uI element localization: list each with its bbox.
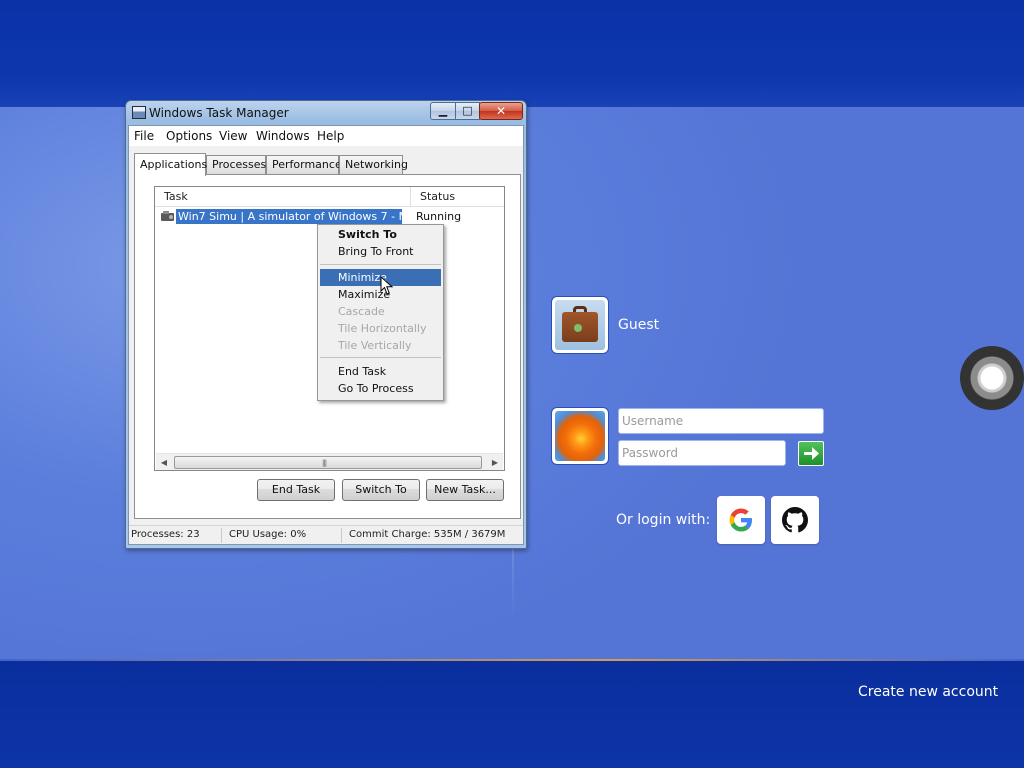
menu-help[interactable]: Help [317,129,344,143]
scroll-left-icon[interactable]: ◀ [156,454,172,471]
github-login-button[interactable] [771,496,819,544]
google-icon [729,508,752,532]
tab-networking[interactable]: Networking [339,155,408,175]
tab-performance[interactable]: Performance [266,155,342,175]
status-separator [341,528,342,543]
menu-bar: File Options View Windows Help [129,126,523,146]
switch-to-button[interactable]: Switch To [342,479,420,501]
create-account-link[interactable]: Create new account [858,684,998,700]
window-title: Windows Task Manager [149,106,289,120]
login-with-label: Or login with: [616,512,711,528]
menu-view[interactable]: View [219,129,247,143]
scroll-right-icon[interactable]: ▶ [487,454,503,471]
menu-windows[interactable]: Windows [256,129,310,143]
row-task-name: Win7 Simu | A simulator of Windows 7 - M… [176,209,402,224]
task-manager-icon [132,106,146,119]
top-band [0,0,1024,110]
end-task-button[interactable]: End Task [257,479,335,501]
menu-item-bring-to-front[interactable]: Bring To Front [320,243,441,260]
tab-processes[interactable]: Processes [206,155,266,175]
list-header: Task Status [155,187,504,207]
menu-file[interactable]: File [134,129,154,143]
new-task-button[interactable]: New Task... [426,479,504,501]
guest-avatar[interactable] [552,297,608,353]
horizontal-scrollbar[interactable]: ◀ ||| ▶ [156,453,503,470]
task-manager-titlebar[interactable]: Windows Task Manager ▁ □ ✕ [126,101,526,125]
column-status[interactable]: Status [411,187,504,207]
flower-picture [555,411,605,461]
menu-item-end-task[interactable]: End Task [320,363,441,380]
menu-item-go-to-process[interactable]: Go To Process [320,380,441,397]
menu-separator [320,264,441,265]
menu-item-switch-to[interactable]: Switch To [320,226,441,243]
user-avatar [552,408,608,464]
status-bar: Processes: 23 CPU Usage: 0% Commit Charg… [129,525,523,544]
close-button[interactable]: ✕ [479,102,523,120]
suitcase-icon [555,300,605,350]
github-icon [782,507,808,533]
bottom-band [0,659,1024,768]
maximize-button[interactable]: □ [455,102,480,120]
row-task-status: Running [416,210,462,223]
tab-applications[interactable]: Applications [134,153,207,176]
mouse-cursor-icon [380,276,394,295]
status-commit: Commit Charge: 535M / 3679M [349,529,506,540]
menu-item-tile-vertically: Tile Vertically [338,339,412,352]
scroll-thumb[interactable]: ||| [174,456,482,469]
menu-item-cascade: Cascade [338,305,385,318]
minimize-button[interactable]: ▁ [430,102,456,120]
arrow-right-icon [804,447,819,460]
table-row[interactable]: Win7 Simu | A simulator of Windows 7 - M… [155,208,504,225]
column-task[interactable]: Task [155,187,411,207]
menu-options[interactable]: Options [166,129,212,143]
username-field[interactable]: Username [618,408,824,434]
context-menu: Switch To Bring To Front Minimize Maximi… [317,224,444,401]
app-row-icon [161,211,174,221]
status-cpu: CPU Usage: 0% [229,529,307,540]
password-field[interactable]: Password [618,440,786,466]
status-separator [221,528,222,543]
guest-label[interactable]: Guest [618,317,659,333]
menu-item-tile-horizontally: Tile Horizontally [338,322,427,335]
status-processes: Processes: 23 [131,529,200,540]
login-submit-button[interactable] [798,441,824,466]
power-icon[interactable] [960,346,1024,410]
google-login-button[interactable] [717,496,765,544]
menu-separator [320,357,441,358]
